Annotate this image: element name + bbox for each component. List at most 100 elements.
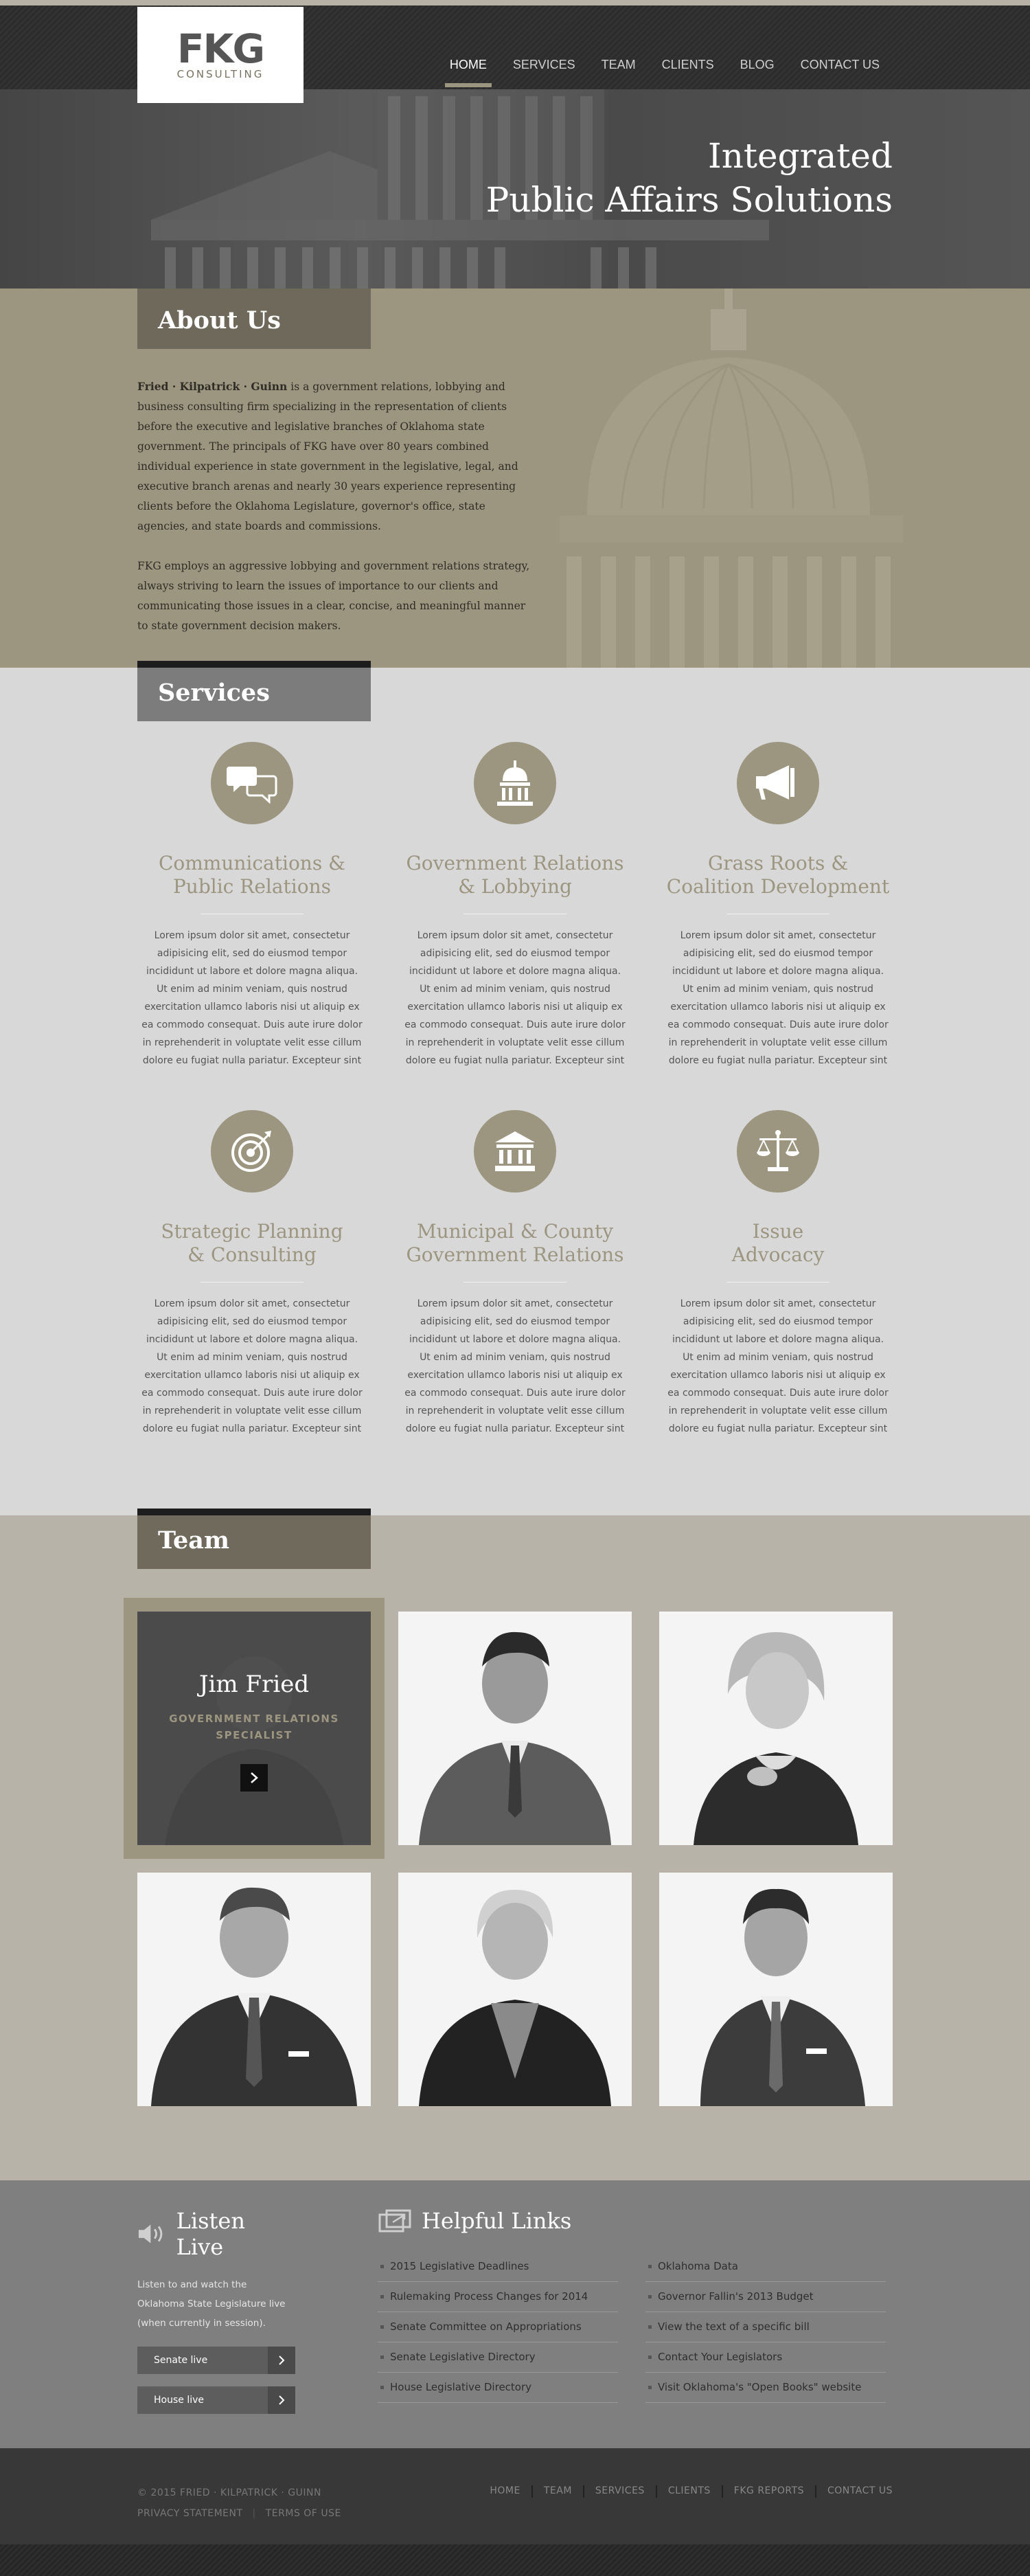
external-link-icon	[378, 2209, 411, 2233]
helpful-links-columns: 2015 Legislative Deadlines Rulemaking Pr…	[378, 2252, 893, 2403]
chevron-right-icon	[268, 2347, 295, 2374]
team-heading: Team	[137, 1509, 371, 1569]
team-member-more-button[interactable]	[240, 1764, 268, 1792]
service-title-line1: Grass Roots &	[707, 852, 849, 874]
chevron-right-icon	[268, 2386, 295, 2414]
capitol-icon	[474, 742, 556, 824]
service-title-line2: Advocacy	[731, 1243, 825, 1266]
helpful-link[interactable]: Senate Committee on Appropriations	[378, 2312, 618, 2342]
service-title-line2: Government Relations	[406, 1243, 624, 1266]
team-member-card[interactable]	[659, 1612, 893, 1845]
logo-subtitle: CONSULTING	[176, 68, 264, 80]
listen-live: Listen Live Listen to and watch the Okla…	[137, 2208, 295, 2414]
team-member-photo	[137, 1873, 371, 2106]
helpful-link[interactable]: House Legislative Directory	[378, 2373, 618, 2403]
team-member-photo	[398, 1612, 632, 1845]
service-card: Grass Roots & Coalition Development Lorem…	[663, 742, 893, 1110]
about-paragraph-1: Fried · Kilpatrick · Guinn is a governme…	[137, 376, 536, 536]
team-member-card[interactable]	[659, 1873, 893, 2106]
helpful-link[interactable]: Contact Your Legislators	[645, 2342, 886, 2373]
scales-icon	[737, 1110, 819, 1193]
team-member-role: GOVERNMENT RELATIONS SPECIALIST	[169, 1710, 339, 1743]
service-description: Lorem ipsum dolor sit amet, consectetur …	[404, 930, 626, 1066]
links-section: Listen Live Listen to and watch the Okla…	[0, 2180, 1030, 2448]
service-title: Municipal & County Government Relations	[400, 1220, 630, 1267]
helpful-link[interactable]: Senate Legislative Directory	[378, 2342, 618, 2373]
terms-link[interactable]: TERMS OF USE	[266, 2508, 341, 2519]
team-member-photo	[659, 1612, 893, 1845]
about-heading: About Us	[137, 289, 371, 349]
team-section: Team Jim Fried GOVERNMENT RELATIONS SPECI…	[0, 1509, 1030, 2180]
team-member-card[interactable]	[398, 1873, 632, 2106]
team-member-overlay: Jim Fried GOVERNMENT RELATIONS SPECIALIST	[137, 1612, 371, 1845]
service-title-line1: Strategic Planning	[161, 1220, 343, 1243]
separator	[721, 2485, 723, 2498]
service-title-line2: & Consulting	[187, 1243, 317, 1266]
team-member-role-line2: SPECIALIST	[216, 1729, 293, 1741]
house-live-button[interactable]: House live	[137, 2386, 295, 2414]
logo[interactable]: FKG CONSULTING	[137, 7, 304, 103]
megaphone-icon	[737, 742, 819, 824]
service-title-line1: Government Relations	[406, 852, 624, 874]
senate-live-button[interactable]: Senate live	[137, 2347, 295, 2374]
nav-home[interactable]: HOME	[437, 52, 500, 87]
chevron-right-icon	[251, 1772, 258, 1783]
nav-services[interactable]: SERVICES	[500, 52, 588, 84]
service-title-line1: Issue	[752, 1220, 804, 1243]
team-grid: Jim Fried GOVERNMENT RELATIONS SPECIALIST	[124, 1598, 893, 2106]
service-title-line1: Communications &	[158, 852, 346, 874]
separator	[655, 2485, 657, 2498]
service-description: Lorem ipsum dolor sit amet, consectetur …	[141, 1298, 363, 1434]
helpful-link[interactable]: View the text of a specific bill	[645, 2312, 886, 2342]
helpful-links-left: 2015 Legislative Deadlines Rulemaking Pr…	[378, 2252, 618, 2403]
hero-banner: Integrated Public Affairs Solutions	[0, 89, 1030, 289]
privacy-link[interactable]: PRIVACY STATEMENT	[137, 2508, 243, 2519]
service-title-line1: Municipal & County	[416, 1220, 614, 1243]
service-title: Strategic Planning & Consulting	[137, 1220, 367, 1267]
bottom-stripe	[0, 2544, 1030, 2576]
courthouse-icon	[474, 1110, 556, 1193]
helpful-link[interactable]: Rulemaking Process Changes for 2014	[378, 2282, 618, 2312]
helpful-links: Helpful Links 2015 Legislative Deadlines…	[378, 2208, 893, 2414]
services-section: Services Communications & Public Relation…	[0, 661, 1030, 1515]
footer-nav-contact[interactable]: CONTACT US	[827, 2483, 893, 2499]
service-description: Lorem ipsum dolor sit amet, consectetur …	[141, 930, 363, 1066]
footer-legal: © 2015 FRIED · KILPATRICK · GUINN PRIVAC…	[137, 2483, 341, 2524]
team-member-card[interactable]	[137, 1873, 371, 2106]
site-header: FKG CONSULTING HOME SERVICES TEAM CLIENT…	[0, 0, 1030, 103]
service-title: Communications & Public Relations	[137, 852, 367, 899]
helpful-link[interactable]: 2015 Legislative Deadlines	[378, 2252, 618, 2282]
listen-live-title: Listen Live	[176, 2208, 245, 2260]
footer-nav: HOME TEAM SERVICES CLIENTS FKG REPORTS C…	[490, 2483, 893, 2524]
helpful-link[interactable]: Oklahoma Data	[645, 2252, 886, 2282]
team-member-card[interactable]	[398, 1612, 632, 1845]
listen-live-text: Listen to and watch the Oklahoma State L…	[137, 2279, 286, 2329]
listen-live-heading: Listen Live	[137, 2208, 295, 2260]
nav-blog[interactable]: BLOG	[727, 52, 788, 84]
footer-nav-clients[interactable]: CLIENTS	[668, 2483, 711, 2499]
helpful-link[interactable]: Visit Oklahoma's "Open Books" website	[645, 2373, 886, 2403]
footer-nav-services[interactable]: SERVICES	[595, 2483, 645, 2499]
divider	[464, 1282, 566, 1283]
team-member-name: Jim Fried	[198, 1671, 310, 1698]
house-live-label: House live	[154, 2395, 205, 2406]
helpful-link[interactable]: Governor Fallin's 2013 Budget	[645, 2282, 886, 2312]
service-title: Issue Advocacy	[663, 1220, 893, 1267]
nav-team[interactable]: TEAM	[588, 52, 649, 84]
footer-nav-team[interactable]: TEAM	[544, 2483, 572, 2499]
service-title: Government Relations & Lobbying	[400, 852, 630, 899]
footer-nav-home[interactable]: HOME	[490, 2483, 520, 2499]
team-member-card[interactable]: Jim Fried GOVERNMENT RELATIONS SPECIALIST	[124, 1598, 385, 1859]
about-section: About Us Fried · Kilpatrick · Guinn is a…	[0, 289, 1030, 668]
nav-contact[interactable]: CONTACT US	[788, 52, 893, 84]
logo-mark: FKG	[176, 25, 265, 72]
speaker-icon	[138, 2224, 163, 2244]
service-title-line2: & Lobbying	[458, 875, 572, 898]
separator	[582, 2485, 584, 2498]
nav-clients[interactable]: CLIENTS	[649, 52, 727, 84]
footer-nav-reports[interactable]: FKG REPORTS	[734, 2483, 804, 2499]
service-description: Lorem ipsum dolor sit amet, consectetur …	[667, 930, 889, 1066]
service-description: Lorem ipsum dolor sit amet, consectetur …	[404, 1298, 626, 1434]
helpful-links-heading: Helpful Links	[378, 2208, 893, 2234]
helpful-links-right: Oklahoma Data Governor Fallin's 2013 Bud…	[645, 2252, 886, 2403]
